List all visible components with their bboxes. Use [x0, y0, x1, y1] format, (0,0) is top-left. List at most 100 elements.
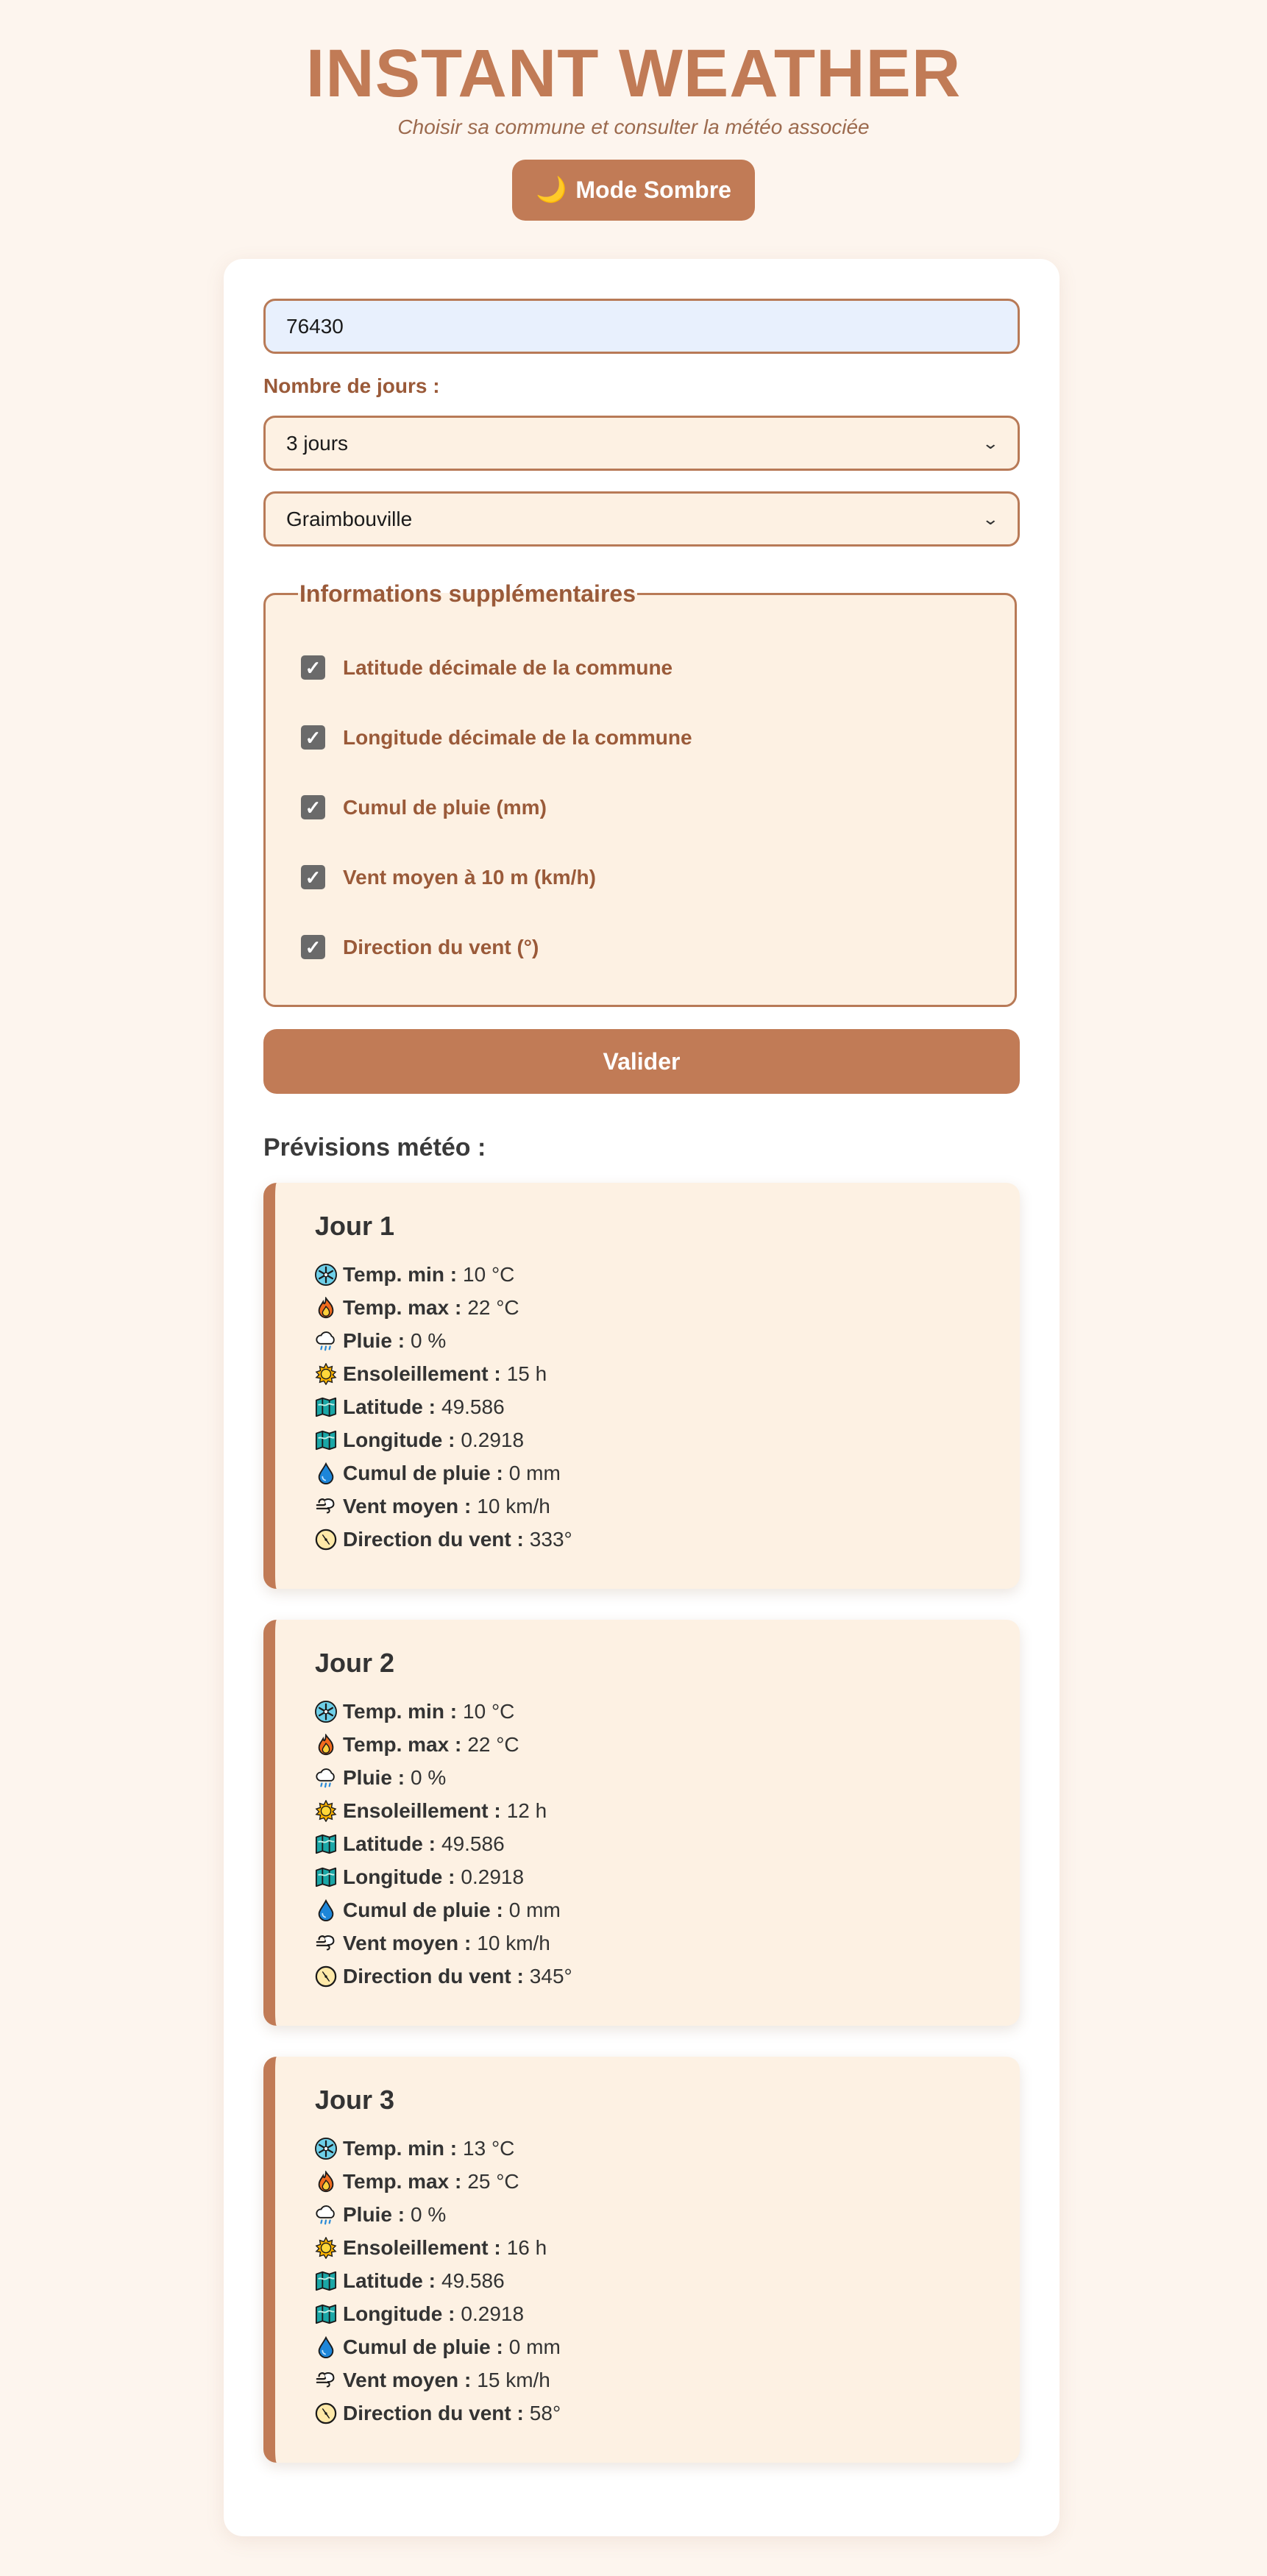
info-sunshine: Ensoleillement :15 h	[315, 1357, 1020, 1390]
info-key: Temp. min :	[343, 1699, 458, 1723]
info-value: 10 km/h	[477, 1931, 550, 1954]
info-latitude: Latitude :49.586	[315, 1827, 1020, 1860]
info-key: Longitude :	[343, 2302, 455, 2325]
snowflake-icon	[315, 1701, 337, 1723]
info-wind-direction: Direction du vent :345°	[315, 1960, 1020, 1993]
info-temp-max: Temp. max :25 °C	[315, 2165, 1020, 2198]
compass-icon	[315, 2402, 337, 2424]
extra-info-fieldset: Informations supplémentaires ✓ Latitude …	[263, 580, 1017, 1007]
info-longitude: Longitude : 0.2918	[315, 2297, 1020, 2330]
info-sunshine: Ensoleillement :16 h	[315, 2231, 1020, 2264]
info-value: 15 km/h	[477, 2368, 550, 2391]
info-value: 10 km/h	[477, 1494, 550, 1518]
checkbox-latitude[interactable]: ✓ Latitude décimale de la commune	[301, 633, 979, 702]
checkbox-label: Cumul de pluie (mm)	[343, 795, 547, 819]
info-value: 49.586	[441, 1395, 505, 1418]
app-subtitle: Choisir sa commune et consulter la météo…	[397, 115, 870, 138]
info-value: 10 °C	[463, 1262, 515, 1286]
info-value: 0 %	[411, 1765, 447, 1789]
checkbox-label: Vent moyen à 10 m (km/h)	[343, 865, 596, 889]
checkbox-checked-icon[interactable]: ✓	[301, 935, 325, 959]
info-value: 13 °C	[463, 2136, 515, 2160]
info-value: 333°	[529, 1527, 572, 1551]
day-title: Jour 2	[315, 1648, 395, 1678]
map-icon	[315, 2303, 337, 2325]
checkbox-checked-icon[interactable]: ✓	[301, 865, 325, 889]
info-key: Direction du vent :	[343, 2401, 524, 2424]
info-wind-speed: Vent moyen :10 km/h	[315, 1490, 1020, 1523]
checkbox-wind-speed[interactable]: ✓ Vent moyen à 10 m (km/h)	[301, 842, 979, 912]
info-value: 16 h	[506, 2235, 547, 2259]
info-key: Pluie :	[343, 1765, 405, 1789]
rain-cloud-icon	[315, 2204, 337, 2226]
info-key: Temp. max :	[343, 1295, 462, 1319]
info-key: Longitude :	[343, 1428, 455, 1451]
info-value: 22 °C	[467, 1732, 519, 1756]
info-value: 0 mm	[508, 2335, 561, 2358]
postal-code-input[interactable]: 76430	[263, 299, 1020, 354]
moon-icon: 🌙	[536, 176, 567, 204]
snowflake-icon	[315, 2138, 337, 2160]
info-value: 0 %	[411, 1328, 447, 1352]
info-key: Ensoleillement :	[343, 1798, 501, 1822]
main-card: 76430 Nombre de jours : 3 jours ⌄ Graimb…	[224, 259, 1060, 2536]
commune-select[interactable]: Graimbouville ⌄	[263, 491, 1020, 547]
info-key: Cumul de pluie :	[343, 1461, 503, 1484]
info-key: Vent moyen :	[343, 2368, 472, 2391]
checkbox-checked-icon[interactable]: ✓	[301, 725, 325, 750]
info-wind-direction: Direction du vent :58°	[315, 2397, 1020, 2430]
info-key: Vent moyen :	[343, 1494, 472, 1518]
info-value: 0.2918	[461, 1865, 525, 1888]
days-label: Nombre de jours :	[263, 374, 440, 397]
dark-mode-button[interactable]: 🌙 Mode Sombre	[512, 159, 755, 221]
checkbox-wind-direction[interactable]: ✓ Direction du vent (°)	[301, 912, 979, 982]
wind-icon	[315, 1932, 337, 1954]
forecast-day-card: Jour 3 Temp. min :13 °C Temp. max :25 °C…	[263, 2057, 1020, 2463]
checkbox-longitude[interactable]: ✓ Longitude décimale de la commune	[301, 702, 979, 772]
extra-info-legend: Informations supplémentaires	[299, 580, 636, 607]
info-rain-total: Cumul de pluie :0 mm	[315, 2330, 1020, 2363]
info-value: 0.2918	[461, 1428, 525, 1451]
info-rain-total: Cumul de pluie :0 mm	[315, 1456, 1020, 1490]
info-latitude: Latitude :49.586	[315, 2264, 1020, 2297]
checkbox-checked-icon[interactable]: ✓	[301, 795, 325, 819]
info-key: Pluie :	[343, 2202, 405, 2226]
days-select[interactable]: 3 jours ⌄	[263, 416, 1020, 471]
info-value: 345°	[529, 1964, 572, 1988]
info-value: 22 °C	[467, 1295, 519, 1319]
info-key: Temp. max :	[343, 1732, 462, 1756]
submit-button[interactable]: Valider	[263, 1029, 1020, 1094]
info-temp-min: Temp. min :10 °C	[315, 1258, 1020, 1291]
info-wind-speed: Vent moyen :10 km/h	[315, 1926, 1020, 1960]
droplet-icon	[315, 1899, 337, 1921]
compass-icon	[315, 1965, 337, 1988]
info-longitude: Longitude : 0.2918	[315, 1860, 1020, 1893]
info-value: 15 h	[506, 1362, 547, 1385]
wind-icon	[315, 2369, 337, 2391]
rain-cloud-icon	[315, 1767, 337, 1789]
fire-icon	[315, 2171, 337, 2193]
info-key: Ensoleillement :	[343, 1362, 501, 1385]
map-icon	[315, 1833, 337, 1855]
sun-icon	[315, 1363, 337, 1385]
info-rain: Pluie :0 %	[315, 1324, 1020, 1357]
info-key: Temp. min :	[343, 2136, 458, 2160]
days-select-value: 3 jours	[286, 431, 349, 455]
info-value: 0 mm	[508, 1898, 561, 1921]
info-key: Latitude :	[343, 1832, 436, 1855]
checkbox-rain-total[interactable]: ✓ Cumul de pluie (mm)	[301, 772, 979, 842]
map-icon	[315, 1396, 337, 1418]
info-key: Cumul de pluie :	[343, 2335, 503, 2358]
checkbox-label: Latitude décimale de la commune	[343, 655, 673, 679]
info-key: Latitude :	[343, 1395, 436, 1418]
info-rain-total: Cumul de pluie :0 mm	[315, 1893, 1020, 1926]
info-key: Direction du vent :	[343, 1964, 524, 1988]
checkbox-checked-icon[interactable]: ✓	[301, 655, 325, 680]
info-key: Temp. min :	[343, 1262, 458, 1286]
sun-icon	[315, 1800, 337, 1822]
info-key: Pluie :	[343, 1328, 405, 1352]
map-icon	[315, 1429, 337, 1451]
droplet-icon	[315, 1462, 337, 1484]
fire-icon	[315, 1734, 337, 1756]
info-key: Temp. max :	[343, 2169, 462, 2193]
